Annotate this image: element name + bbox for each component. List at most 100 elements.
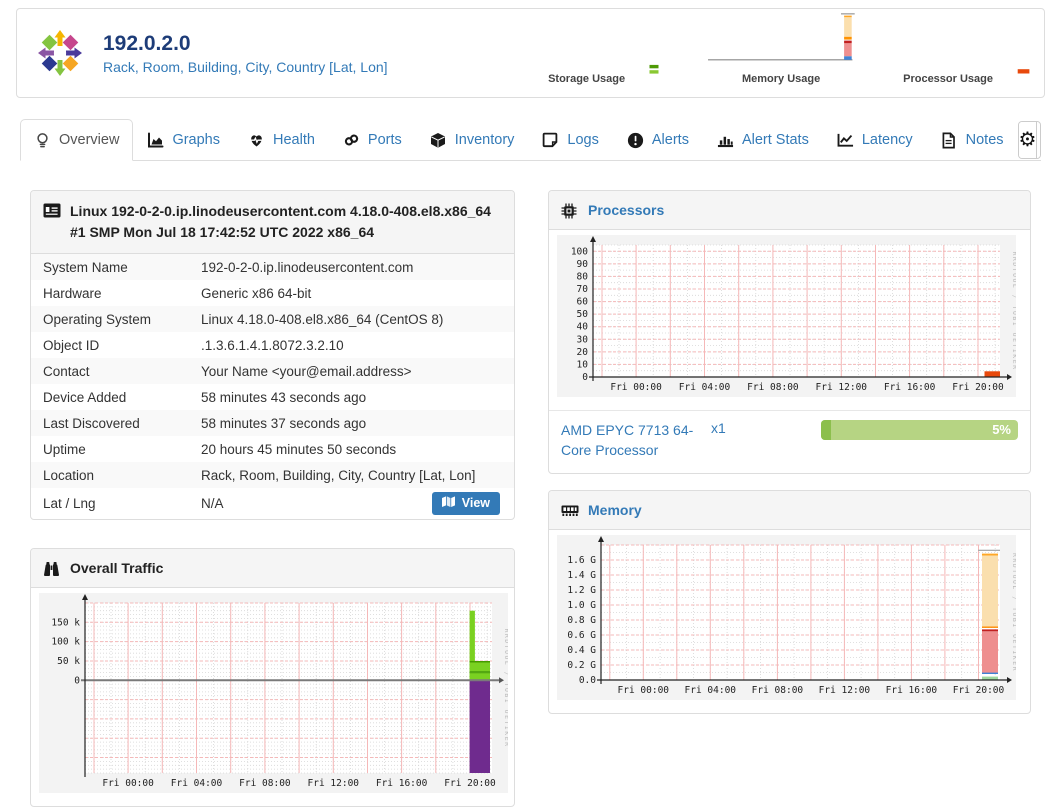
svg-text:20: 20: [577, 347, 589, 358]
svg-text:1.4 G: 1.4 G: [567, 570, 596, 581]
processor-list: AMD EPYC 7713 64-Core Processor x1 5%: [549, 410, 1030, 473]
svg-text:30: 30: [577, 334, 589, 345]
tab-overview[interactable]: Overview: [20, 119, 134, 161]
svg-text:1.2 G: 1.2 G: [567, 585, 596, 596]
svg-text:Fri 00:00: Fri 00:00: [102, 778, 154, 789]
memory-usage-graph[interactable]: 0.0 0.2 G 0.4 G 0.6 G 0.8 G 1.0 G 1.2 G 1.4 G 1.…: [549, 530, 1030, 713]
svg-text:60: 60: [577, 297, 589, 308]
tab-alert-stats[interactable]: Alert Stats: [703, 119, 823, 161]
device-tabs: Overview Graphs Health Ports Inventory Logs Al…: [20, 119, 1018, 161]
system-description-heading: Linux 192-0-2-0.ip.linodeusercontent.com…: [31, 191, 514, 254]
storage-usage-sparkline: [649, 27, 659, 75]
svg-text:Fri 04:00: Fri 04:00: [171, 778, 223, 789]
svg-text:Fri 00:00: Fri 00:00: [610, 382, 662, 393]
info-row-lat-lng: Lat / Lng N/A View: [31, 488, 514, 519]
tab-logs[interactable]: Logs: [528, 119, 612, 161]
info-value: Generic x86 64-bit: [201, 285, 312, 301]
svg-text:1.0 G: 1.0 G: [567, 600, 596, 611]
svg-text:0.2 G: 0.2 G: [567, 660, 596, 671]
tab-label: Ports: [367, 132, 402, 148]
info-label: Uptime: [43, 441, 86, 457]
svg-text:Fri 00:00: Fri 00:00: [618, 685, 670, 696]
svg-text:50 k: 50 k: [57, 656, 80, 667]
overall-traffic-graph[interactable]: 0 50 k 100 k 150 k Fri 00:00 Fri 04:00 Fri 08:…: [31, 588, 514, 806]
processor-usage-mini-graph[interactable]: Processor Usage: [903, 27, 1030, 85]
svg-text:Fri 20:00: Fri 20:00: [952, 382, 1004, 393]
processor-usage-percent: 5%: [992, 422, 1011, 437]
info-row-location: Location Rack, Room, Building, City, Coun…: [31, 462, 514, 488]
tab-label: Inventory: [454, 132, 515, 148]
svg-text:80: 80: [577, 271, 589, 282]
memory-title-link[interactable]: Memory: [588, 502, 642, 518]
processor-usage-sparkline: [1017, 27, 1030, 75]
processor-usage-graph[interactable]: 0 10 20 30 40 50 60 70 80 90 100 Fri 00:00 Fri 04:00…: [549, 230, 1030, 410]
info-label: System Name: [43, 259, 128, 275]
tab-alerts[interactable]: Alerts: [613, 119, 703, 161]
map-icon: [441, 495, 456, 511]
info-value: 192-0-2-0.ip.linodeusercontent.com: [201, 259, 414, 275]
svg-text:Fri 04:00: Fri 04:00: [679, 382, 731, 393]
memory-usage-mini-graph[interactable]: Memory Usage: [705, 13, 857, 85]
svg-text:Fri 12:00: Fri 12:00: [819, 685, 871, 696]
tab-notes[interactable]: Notes: [927, 119, 1018, 161]
svg-text:50: 50: [577, 309, 589, 320]
device-settings-button[interactable]: ⚙: [1018, 121, 1037, 158]
info-row-last-discovered: Last Discovered 58 minutes 37 seconds ago: [31, 410, 514, 436]
device-actions-group: ⚙ ⋮: [1017, 120, 1041, 159]
gear-icon: ⚙: [1018, 129, 1037, 151]
processor-usage-fill: [821, 420, 831, 440]
svg-text:Fri 16:00: Fri 16:00: [884, 382, 936, 393]
info-value: 20 hours 45 minutes 50 seconds: [201, 441, 397, 457]
tab-label: Notes: [965, 132, 1004, 148]
line-chart-icon: [837, 132, 854, 149]
view-location-button[interactable]: View: [431, 492, 500, 515]
tab-health[interactable]: Health: [234, 119, 329, 161]
storage-usage-mini-graph[interactable]: Storage Usage: [548, 27, 659, 85]
info-value: Your Name <your@email.address>: [201, 363, 412, 379]
processor-row: AMD EPYC 7713 64-Core Processor x1 5%: [549, 410, 1030, 473]
tab-label: Graphs: [172, 132, 220, 148]
svg-text:0: 0: [582, 372, 588, 383]
info-value: Rack, Room, Building, City, Country [Lat…: [201, 467, 476, 483]
tab-latency[interactable]: Latency: [823, 119, 927, 161]
tab-label: Alert Stats: [741, 132, 809, 148]
processors-panel: Processors 0 10 20 30 40 50 60 70 80 90 100 Fri 00:…: [548, 190, 1031, 474]
svg-text:Fri 20:00: Fri 20:00: [953, 685, 1005, 696]
memory-heading: Memory: [549, 490, 1030, 530]
svg-text:150 k: 150 k: [51, 617, 80, 628]
exclamation-circle-icon: [627, 132, 644, 149]
binoculars-icon: [43, 561, 61, 577]
info-value: 58 minutes 37 seconds ago: [201, 415, 367, 431]
processors-title-link[interactable]: Processors: [588, 202, 664, 218]
tab-graphs[interactable]: Graphs: [133, 119, 234, 161]
lightbulb-icon: [34, 132, 51, 149]
svg-text:RRDTOOL / TOBI OETIKER: RRDTOOL / TOBI OETIKER: [1011, 251, 1016, 370]
info-label: Object ID: [43, 337, 100, 353]
tab-label: Overview: [59, 132, 120, 148]
memory-icon: [561, 503, 579, 519]
processor-count: x1: [711, 420, 726, 436]
system-info-panel: Linux 192-0-2-0.ip.linodeusercontent.com…: [30, 190, 515, 520]
info-label: Last Discovered: [43, 415, 140, 431]
svg-text:Fri 04:00: Fri 04:00: [685, 685, 737, 696]
memory-panel: Memory 0.0 0.2 G 0.4 G 0.6 G 0.8 G 1.0 G 1.2 G…: [548, 489, 1031, 714]
device-more-button[interactable]: ⋮: [1036, 121, 1040, 158]
device-title-link[interactable]: 192.0.2.0: [103, 32, 388, 56]
svg-text:Fri 16:00: Fri 16:00: [376, 778, 428, 789]
cube-icon: [430, 132, 447, 149]
heartbeat-icon: [248, 132, 265, 149]
processor-name-link[interactable]: AMD EPYC 7713 64-Core Processor: [561, 420, 711, 461]
tab-label: Health: [273, 132, 315, 148]
overall-traffic-heading: Overall Traffic: [31, 549, 514, 588]
tab-inventory[interactable]: Inventory: [416, 119, 529, 161]
file-text-icon: [941, 132, 958, 149]
info-label: Operating System: [43, 311, 152, 327]
svg-text:Fri 12:00: Fri 12:00: [816, 382, 868, 393]
device-location-link[interactable]: Rack, Room, Building, City, Country [Lat…: [103, 59, 388, 75]
svg-text:RRDTOOL / TOBI OETIKER: RRDTOOL / TOBI OETIKER: [1011, 553, 1016, 672]
memory-usage-sparkline: [705, 13, 857, 70]
svg-text:10: 10: [577, 359, 589, 370]
tab-ports[interactable]: Ports: [329, 119, 416, 161]
right-column: Processors 0 10 20 30 40 50 60 70 80 90 100 Fri 00:…: [548, 190, 1031, 714]
overall-traffic-panel: Overall Traffic 0 50 k 100 k 150 k Fri 00:00…: [30, 548, 515, 807]
